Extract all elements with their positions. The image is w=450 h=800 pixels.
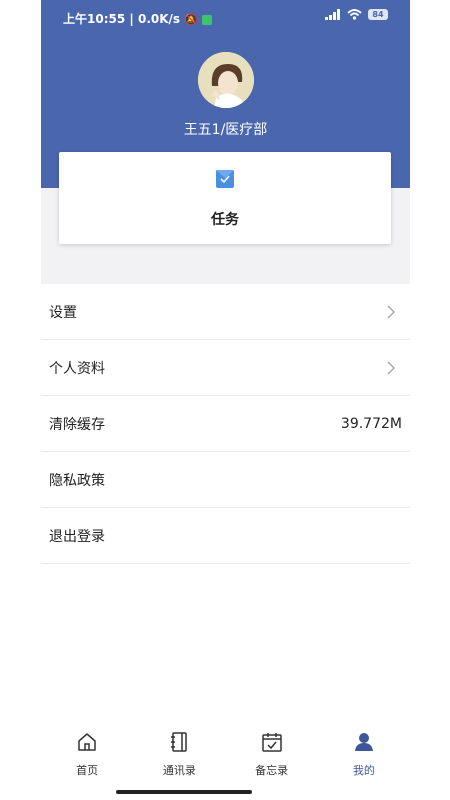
battery-icon: 84	[368, 9, 388, 20]
status-time: 上午10:55	[63, 12, 126, 26]
menu-item-label: 个人资料	[49, 360, 105, 377]
home-icon	[78, 733, 96, 751]
contacts-book-icon	[171, 732, 188, 752]
home-indicator	[116, 790, 252, 794]
chevron-right-icon	[387, 304, 396, 319]
app-notification-icon	[202, 14, 213, 25]
tab-label: 首页	[76, 764, 99, 777]
bottom-tab-bar: 首页 通讯录 备忘录 我的	[41, 722, 410, 782]
status-time-area: 上午10:55 | 0.0K/s 🔕	[63, 10, 213, 27]
tab-label: 通讯录	[162, 764, 196, 777]
calendar-check-icon	[261, 733, 282, 752]
task-card[interactable]: 任务	[59, 152, 391, 244]
wifi-icon	[347, 9, 362, 20]
cache-size-value: 39.772M	[340, 415, 402, 432]
user-name: 王五1/医疗部	[183, 122, 268, 138]
menu-item-profile[interactable]: 个人资料	[41, 340, 410, 396]
menu-item-logout[interactable]: 退出登录	[41, 508, 410, 564]
avatar[interactable]	[198, 52, 254, 108]
avatar-image	[198, 52, 254, 108]
menu-item-privacy-policy[interactable]: 隐私政策	[41, 452, 410, 508]
tab-contacts[interactable]: 通讯录	[133, 722, 225, 782]
status-icons: 84	[325, 9, 388, 20]
task-label: 任务	[211, 212, 239, 228]
menu-item-clear-cache[interactable]: 清除缓存 39.772M	[41, 396, 410, 452]
settings-menu: 设置 个人资料 清除缓存 39.772M 隐私政策 退出登录	[41, 284, 410, 564]
person-icon	[354, 733, 373, 751]
menu-item-label: 隐私政策	[49, 472, 105, 489]
tab-home[interactable]: 首页	[41, 722, 133, 782]
tab-mine[interactable]: 我的	[318, 722, 410, 782]
task-check-icon	[216, 170, 234, 188]
do-not-disturb-icon: 🔕	[184, 13, 198, 26]
tab-label: 备忘录	[255, 764, 289, 777]
status-bar: 上午10:55 | 0.0K/s 🔕 84	[41, 0, 410, 34]
menu-item-settings[interactable]: 设置	[41, 284, 410, 340]
tab-memo[interactable]: 备忘录	[226, 722, 318, 782]
signal-icon	[325, 9, 340, 20]
tab-label: 我的	[352, 764, 375, 777]
menu-item-label: 退出登录	[49, 528, 105, 545]
profile-screen: 上午10:55 | 0.0K/s 🔕 84 王五1/医疗部 任务 设置 个人资料…	[41, 0, 410, 800]
network-speed: 0.0K/s	[137, 12, 181, 26]
menu-item-label: 清除缓存	[49, 416, 105, 433]
chevron-right-icon	[387, 360, 396, 375]
menu-item-label: 设置	[49, 304, 77, 321]
status-separator: |	[129, 12, 134, 26]
